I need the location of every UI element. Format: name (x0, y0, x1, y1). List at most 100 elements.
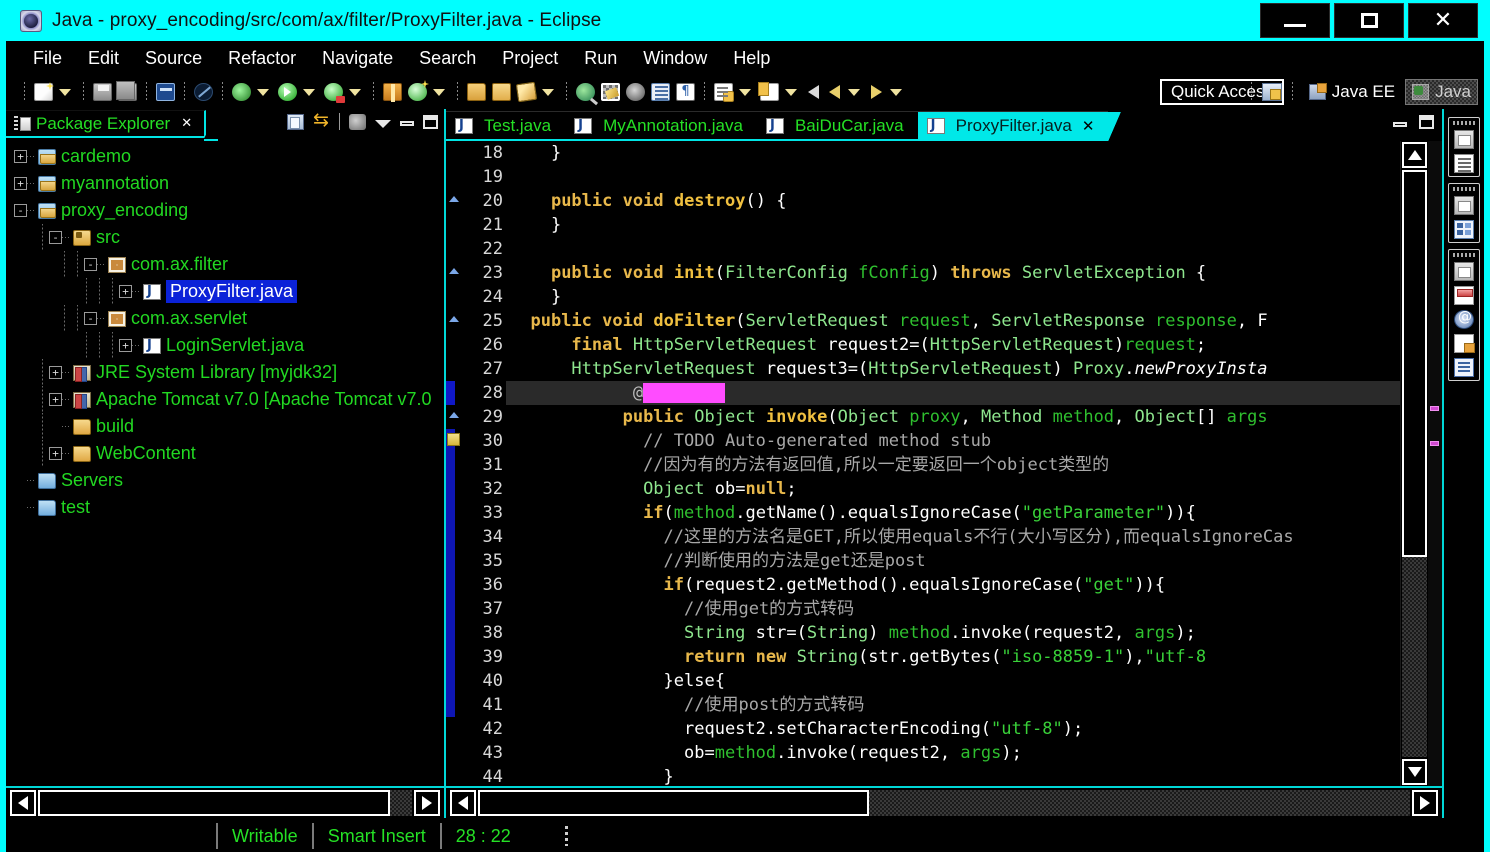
scroll-down-button[interactable] (1402, 759, 1427, 785)
menu-item-search[interactable]: Search (406, 46, 489, 71)
trim-handle[interactable] (1453, 121, 1475, 125)
minimize-icon[interactable] (1393, 121, 1407, 127)
code-line[interactable]: //使用get的方式转码 (506, 597, 1400, 621)
forward-arrow-icon[interactable] (871, 85, 882, 99)
hscroll-thumb[interactable] (38, 790, 390, 816)
code-line[interactable] (506, 237, 1400, 261)
hscroll-thumb[interactable] (478, 790, 870, 816)
code-line[interactable]: } (506, 213, 1400, 237)
vscroll-thumb[interactable] (1402, 170, 1427, 558)
edit-icon[interactable] (515, 81, 538, 103)
ant-icon[interactable] (626, 83, 645, 101)
editor-tab-baiducar-java[interactable]: BaiDuCar.java (756, 111, 931, 144)
perspective-java-button[interactable]: Java (1405, 79, 1478, 105)
editor-vscrollbar[interactable] (1400, 141, 1428, 786)
code-line[interactable]: //因为有的方法有返回值,所以一定要返回一个object类型的 (506, 453, 1400, 477)
collapse-all-icon[interactable] (313, 109, 330, 131)
view-filter-icon[interactable] (349, 113, 366, 130)
code-line[interactable]: // TODO Auto-generated method stub (506, 429, 1400, 453)
tree-item[interactable]: + cardemo (6, 143, 444, 170)
back-dropdown-icon[interactable] (848, 88, 860, 96)
tree-item[interactable]: + ProxyFilter.java (6, 278, 444, 305)
perspective-javaee-button[interactable]: Java EE (1303, 80, 1401, 104)
scroll-up-button[interactable] (1402, 142, 1427, 168)
refresh-dropdown-icon[interactable] (433, 88, 445, 96)
overview-ruler[interactable] (1428, 141, 1442, 786)
menu-item-project[interactable]: Project (489, 46, 571, 71)
code-line[interactable]: request2.setCharacterEncoding("utf-8"); (506, 717, 1400, 741)
forward-dropdown-icon[interactable] (890, 88, 902, 96)
hscroll-track[interactable] (478, 790, 1410, 816)
restore-icon[interactable] (1454, 196, 1474, 215)
document-view-icon[interactable] (1454, 154, 1474, 173)
save-all-icon[interactable] (116, 81, 137, 101)
restore-icon[interactable] (1454, 262, 1474, 281)
code-line[interactable]: @Override (506, 381, 1400, 405)
code-line[interactable]: //判断使用的方法是get还是post (506, 549, 1400, 573)
editor-hscrollbar[interactable] (446, 786, 1442, 818)
open-perspective-icon[interactable] (1261, 83, 1282, 101)
new-wizard-icon[interactable] (34, 83, 53, 101)
edit-dropdown-icon[interactable] (542, 88, 554, 96)
tree-item[interactable]: + WebContent (6, 440, 444, 467)
pilcrow-icon[interactable]: ¶ (676, 83, 695, 101)
no-marker-icon[interactable] (194, 83, 213, 101)
code-line[interactable]: public void init(FilterConfig fConfig) t… (506, 261, 1400, 285)
expand-icon[interactable]: + (119, 339, 132, 352)
code-line[interactable]: }else{ (506, 669, 1400, 693)
code-line[interactable]: //这里的方法名是GET,所以使用equals不行(大小写区分),而equals… (506, 525, 1400, 549)
minimize-icon[interactable] (400, 121, 414, 126)
menu-item-window[interactable]: Window (630, 46, 720, 71)
expand-icon[interactable]: + (49, 447, 62, 460)
open-resource-icon[interactable] (492, 83, 511, 101)
trim-handle[interactable] (1453, 187, 1475, 191)
menu-item-refactor[interactable]: Refactor (215, 46, 309, 71)
menu-item-help[interactable]: Help (720, 46, 783, 71)
code-line[interactable]: final HttpServletRequest request2=(HttpS… (506, 333, 1400, 357)
expand-icon[interactable]: + (49, 393, 62, 406)
tree-item[interactable]: + JRE System Library [myjdk32] (6, 359, 444, 386)
run-icon[interactable] (278, 83, 297, 101)
new-wizard-dropdown-icon[interactable] (59, 88, 71, 96)
trim-handle[interactable] (1453, 253, 1475, 257)
tree-item[interactable]: Servers (6, 467, 444, 494)
code-line[interactable]: String str=(String) method.invoke(reques… (506, 621, 1400, 645)
coverage-dropdown-icon[interactable] (349, 88, 361, 96)
scroll-left-button[interactable] (10, 790, 36, 816)
expand-icon[interactable]: + (14, 177, 27, 190)
editor-tab-proxyfilter-java[interactable]: ProxyFilter.java ✕ (917, 111, 1122, 144)
close-button[interactable]: ✕ (1408, 3, 1478, 38)
code-line[interactable]: //使用post的方式转码 (506, 693, 1400, 717)
new-package-icon[interactable] (383, 83, 402, 102)
menu-item-run[interactable]: Run (571, 46, 630, 71)
status-drag-handle[interactable] (564, 826, 568, 846)
properties-view-icon[interactable] (1454, 334, 1475, 353)
menu-item-edit[interactable]: Edit (75, 46, 132, 71)
outline-icon[interactable] (651, 83, 670, 101)
code-line[interactable]: public void destroy() { (506, 189, 1400, 213)
tree-item[interactable]: - com.ax.servlet (6, 305, 444, 332)
menu-item-file[interactable]: File (20, 46, 75, 71)
prev-annotation-icon[interactable] (758, 82, 779, 101)
open-type-icon[interactable] (467, 83, 486, 101)
expand-icon[interactable]: + (119, 285, 132, 298)
tree-item[interactable]: + myannotation (6, 170, 444, 197)
scroll-left-button[interactable] (450, 790, 476, 816)
code-line[interactable] (506, 165, 1400, 189)
outline-view-icon[interactable] (1454, 220, 1474, 239)
back-icon[interactable] (808, 85, 819, 99)
at-view-icon[interactable] (1454, 309, 1474, 329)
run-coverage-icon[interactable] (324, 83, 345, 103)
print-icon[interactable] (156, 83, 175, 101)
code-line[interactable]: } (506, 765, 1400, 786)
menu-item-navigate[interactable]: Navigate (309, 46, 406, 71)
next-annotation-icon[interactable] (714, 83, 734, 102)
maximize-icon[interactable] (423, 114, 438, 129)
fold-collapse-icon[interactable] (449, 268, 459, 274)
prev-annotation-dropdown-icon[interactable] (785, 88, 797, 96)
search-icon[interactable] (576, 83, 595, 101)
code-line[interactable]: ob=method.invoke(request2, args); (506, 741, 1400, 765)
editor-tab-myannotation-java[interactable]: MyAnnotation.java (565, 111, 770, 144)
code-line[interactable]: public Object invoke(Object proxy, Metho… (506, 405, 1400, 429)
code-line[interactable]: public void doFilter(ServletRequest requ… (506, 309, 1400, 333)
